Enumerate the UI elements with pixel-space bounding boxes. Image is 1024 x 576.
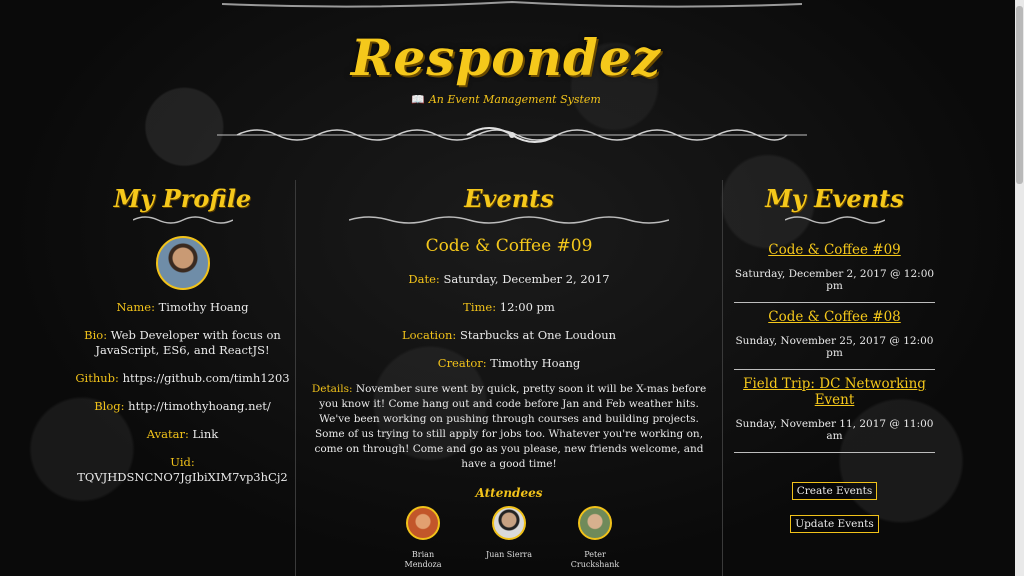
attendee-item[interactable]: Brian Mendoza <box>393 506 453 570</box>
profile-avatar <box>155 236 210 290</box>
heading-ornament <box>132 216 233 224</box>
book-icon: 📖 <box>411 93 425 106</box>
heading-ornament <box>784 216 885 224</box>
attendee-avatar <box>492 506 526 540</box>
profile-uid: Uid: TQVJHDSNCNO7JgIbiXIM7vp3hCj2 <box>77 455 288 484</box>
my-event-link[interactable]: Code & Coffee #09 <box>734 242 935 258</box>
event-time: Time: 12:00 pm <box>463 300 555 314</box>
my-profile-heading: My Profile <box>113 184 252 213</box>
my-event-item: Field Trip: DC Networking Event Sunday, … <box>734 370 935 453</box>
attendee-avatar <box>578 506 612 540</box>
attendee-list: Brian Mendoza Juan Sierra Peter Crucksha… <box>296 506 722 570</box>
my-event-item: Code & Coffee #08 Sunday, November 25, 2… <box>734 303 935 370</box>
attendees-heading: Attendees <box>475 486 543 500</box>
event-details: Details: November sure went by quick, pr… <box>311 383 707 470</box>
my-events-heading: My Events <box>765 184 904 213</box>
update-events-button[interactable]: Update Events <box>790 515 879 533</box>
events-heading: Events <box>464 184 554 213</box>
my-event-date: Saturday, December 2, 2017 @ 12:00 pm <box>734 268 935 292</box>
my-event-item: Code & Coffee #09 Saturday, December 2, … <box>734 236 935 303</box>
profile-github: Github: https://github.com/timh1203 <box>75 371 290 385</box>
top-flourish-ornament <box>222 0 802 8</box>
page-scrollbar[interactable] <box>1015 0 1024 576</box>
profile-bio: Bio: Web Developer with focus on JavaScr… <box>84 328 281 357</box>
event-creator: Creator: Timothy Hoang <box>437 356 581 370</box>
my-event-date: Sunday, November 25, 2017 @ 12:00 pm <box>735 335 934 359</box>
attendee-item[interactable]: Peter Cruckshank <box>565 506 625 570</box>
heading-ornament <box>349 216 669 224</box>
header-flourish-ornament <box>217 127 807 143</box>
event-date: Date: Saturday, December 2, 2017 <box>408 272 610 286</box>
app-subtitle: 📖 An Event Management System <box>411 93 601 106</box>
profile-name: Name: Timothy Hoang <box>116 300 249 314</box>
app-title: Respondez <box>350 28 662 87</box>
my-event-date: Sunday, November 11, 2017 @ 11:00 am <box>735 418 934 442</box>
create-events-button[interactable]: Create Events <box>791 482 878 500</box>
my-event-link[interactable]: Field Trip: DC Networking Event <box>734 376 935 408</box>
event-location: Location: Starbucks at One Loudoun <box>401 328 617 342</box>
events-panel: Events Code & Coffee #09 Date: Saturday,… <box>295 180 723 576</box>
attendee-item[interactable]: Juan Sierra <box>479 506 539 570</box>
my-event-link[interactable]: Code & Coffee #08 <box>734 309 935 325</box>
my-profile-panel: My Profile Name: Timothy Hoang Bio: Web … <box>70 180 295 498</box>
scrollbar-thumb[interactable] <box>1016 6 1023 184</box>
profile-blog: Blog: http://timothyhoang.net/ <box>94 399 271 413</box>
profile-avatar-link[interactable]: Avatar: Link <box>70 427 295 442</box>
event-title: Code & Coffee #09 <box>425 236 593 256</box>
my-events-panel: My Events Code & Coffee #09 Saturday, De… <box>722 180 947 533</box>
attendee-avatar <box>406 506 440 540</box>
